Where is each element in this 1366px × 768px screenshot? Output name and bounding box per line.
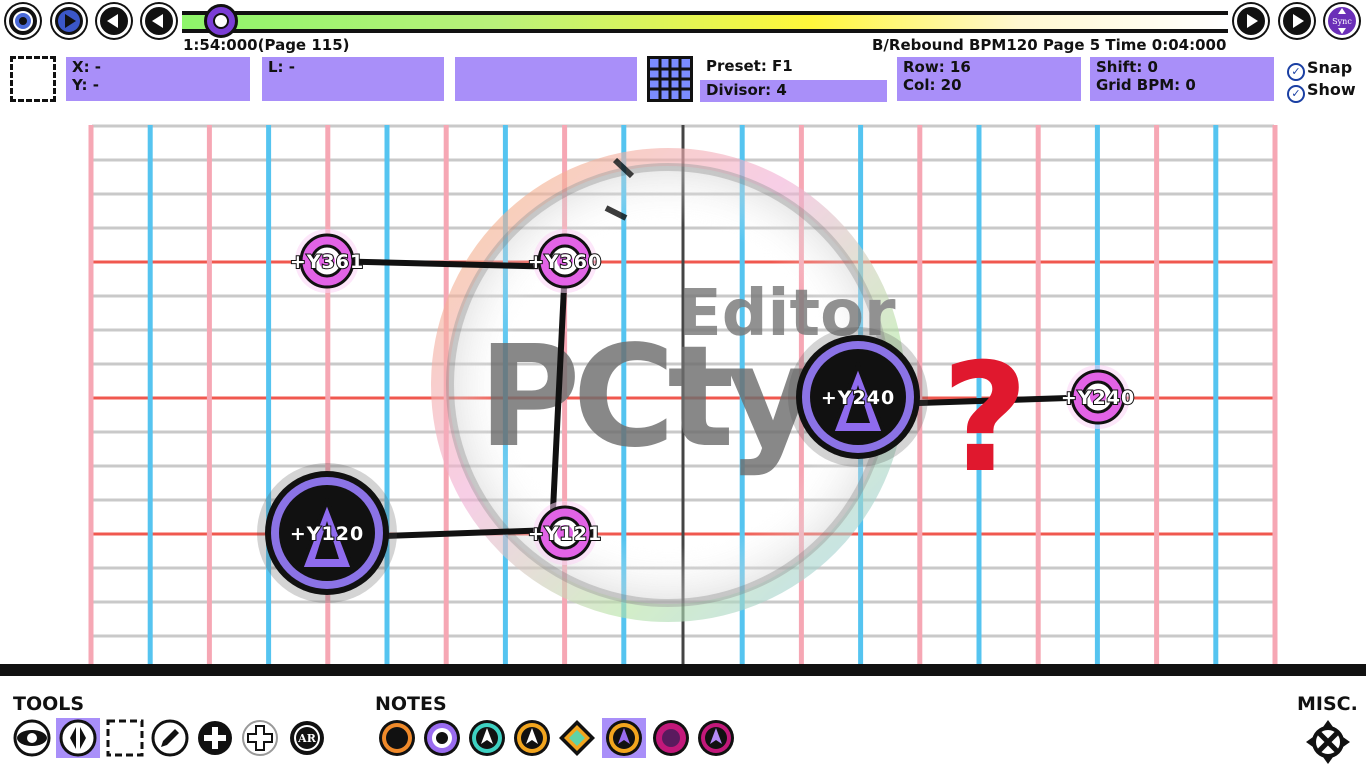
add-tool-button[interactable] [195, 718, 235, 758]
status-text: B/Rebound BPM120 Page 5 Time 0:04:000 [872, 36, 1227, 54]
note-type-magenta-button[interactable] [651, 718, 691, 758]
tools-title: TOOLS [13, 693, 85, 715]
triangle-left-icon [107, 14, 118, 28]
handle-dot-icon [213, 13, 229, 29]
note-large[interactable]: +Y120 [257, 463, 397, 603]
notes-title: NOTES [375, 693, 447, 715]
play-icon [58, 10, 80, 32]
note-type-orange-button[interactable] [377, 718, 417, 758]
snap-label: Snap [1307, 58, 1353, 77]
plus-outline-icon [242, 720, 278, 756]
note-grid[interactable]: Editor PCty +Y361 +Y360 +Y240 +Y240 +Y12… [0, 120, 1366, 665]
col-value: Col: 20 [903, 76, 962, 94]
gear-icon [13, 11, 33, 31]
note-label: +Y361 [290, 251, 364, 273]
purple-hold-note-icon [424, 720, 460, 756]
xy-field: X: - Y: - [66, 57, 250, 101]
ar-icon: AR [290, 721, 324, 755]
rowcol-field[interactable]: Row: 16 Col: 20 [897, 57, 1081, 101]
misc-title: MISC. [1297, 693, 1358, 715]
selection-box-icon [106, 719, 144, 757]
note-label: +Y120 [290, 523, 364, 545]
note-large[interactable]: +Y240 [788, 327, 928, 467]
grid-bpm-value: Grid BPM: 0 [1096, 76, 1196, 94]
triangle-left-icon [152, 14, 163, 28]
bottom-divider [0, 664, 1366, 676]
plus-icon [198, 721, 232, 755]
blank-field [455, 57, 637, 101]
show-label: Show [1307, 80, 1356, 99]
select-tool-button[interactable] [105, 718, 145, 758]
misc-cross-icon [1306, 720, 1350, 764]
orange-note-icon [379, 720, 415, 756]
length-value: L: - [268, 58, 296, 76]
timeline-handle[interactable] [204, 4, 238, 38]
rotate-tool-button[interactable] [12, 718, 52, 758]
note-type-diamond-button[interactable] [557, 718, 597, 758]
check-icon: ✓ [1287, 85, 1305, 103]
preset-label: Preset: F1 [706, 57, 793, 75]
next-button[interactable] [1234, 4, 1268, 38]
note-type-purple-arrow-button[interactable] [602, 718, 646, 758]
divisor-value: Divisor: 4 [706, 81, 787, 99]
misc-tool-button[interactable] [1306, 720, 1350, 764]
snap-checkbox[interactable]: ✓ Snap [1287, 58, 1352, 81]
next-page-button[interactable] [1280, 4, 1314, 38]
previous-button[interactable] [142, 4, 176, 38]
rotate-icon [13, 719, 51, 757]
sync-icon: Sync [1332, 8, 1352, 34]
move-tool-button[interactable] [56, 718, 100, 758]
note-type-teal-button[interactable] [467, 718, 507, 758]
previous-page-button[interactable] [97, 4, 131, 38]
ar-tool-button[interactable]: AR [287, 718, 327, 758]
note-type-purple-hold-button[interactable] [422, 718, 462, 758]
add-outline-tool-button[interactable] [240, 718, 280, 758]
note-label: +Y360 [528, 251, 602, 273]
selection-icon [10, 56, 56, 102]
note-label: +Y121 [528, 523, 602, 545]
shift-field[interactable]: Shift: 0 Grid BPM: 0 [1090, 57, 1274, 101]
purple-arrow-note-icon [606, 720, 642, 756]
check-icon: ✓ [1287, 63, 1305, 81]
play-button[interactable] [52, 4, 86, 38]
watermark-brand-text: PCty [478, 316, 815, 479]
sync-label: Sync [1332, 17, 1352, 26]
length-field: L: - [262, 57, 444, 101]
pencil-icon [151, 719, 189, 757]
timeline-time: 1:54:000(Page 115) [183, 36, 350, 54]
grid-icon [650, 59, 690, 99]
grid-toggle-button[interactable] [647, 56, 693, 102]
violet-note-icon [698, 720, 734, 756]
note-label: +Y240 [1061, 387, 1135, 409]
y-value: Y: - [72, 76, 100, 94]
diamond-note-icon [559, 720, 595, 756]
triangle-right-icon [1247, 14, 1258, 28]
ar-label: AR [297, 732, 317, 745]
show-checkbox[interactable]: ✓ Show [1287, 80, 1356, 103]
divisor-field[interactable]: Divisor: 4 [700, 80, 887, 102]
teal-arrow-note-icon [469, 720, 505, 756]
move-icon [59, 719, 97, 757]
settings-gear-button[interactable] [6, 4, 40, 38]
timeline-bar[interactable] [182, 11, 1228, 33]
note-type-gold-button[interactable] [512, 718, 552, 758]
question-mark: ? [941, 332, 1028, 506]
note-type-violet-button[interactable] [696, 718, 736, 758]
triangle-right-icon [1293, 14, 1304, 28]
sync-button[interactable]: Sync [1325, 4, 1359, 38]
edit-tool-button[interactable] [150, 718, 190, 758]
magenta-note-icon [653, 720, 689, 756]
shift-value: Shift: 0 [1096, 58, 1158, 76]
gold-arrow-note-icon [514, 720, 550, 756]
x-value: X: - [72, 58, 102, 76]
note-label: +Y240 [821, 387, 895, 409]
row-value: Row: 16 [903, 58, 971, 76]
